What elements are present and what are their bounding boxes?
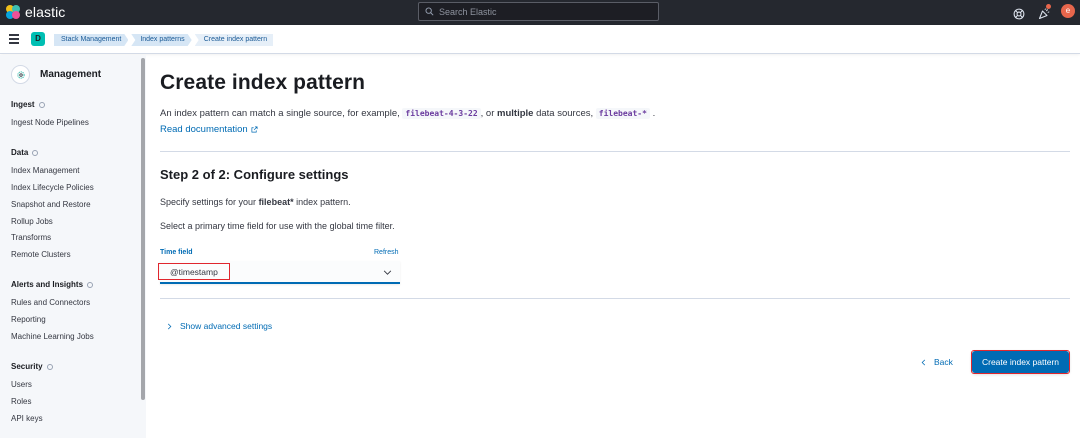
specify-text: index pattern. bbox=[296, 197, 351, 207]
chevron-down-icon bbox=[383, 270, 392, 275]
breadcrumb: Stack Management Index patterns Create i… bbox=[54, 34, 276, 46]
read-documentation-label: Read documentation bbox=[160, 124, 248, 135]
help-icon[interactable] bbox=[1013, 6, 1025, 22]
breadcrumb-bar: D Stack Management Index patterns Create… bbox=[0, 25, 1080, 54]
sidebar-item-roles[interactable]: Roles bbox=[11, 397, 31, 406]
sidebar-group-label: Ingest bbox=[11, 100, 35, 109]
desc-text: An index pattern can match a single sour… bbox=[160, 108, 400, 119]
management-gear-icon bbox=[11, 65, 30, 84]
specify-text: Specify settings for your bbox=[160, 197, 257, 207]
sidebar-group-alerts-and-insights: Alerts and Insights bbox=[11, 280, 94, 289]
show-advanced-settings-toggle[interactable]: Show advanced settings bbox=[166, 321, 272, 331]
sidebar-group-security: Security bbox=[11, 362, 53, 371]
sidebar-item-reporting[interactable]: Reporting bbox=[11, 315, 46, 324]
search-input[interactable] bbox=[439, 6, 639, 17]
sidebar-group-data: Data bbox=[11, 148, 39, 157]
management-sidebar: Management Ingest Ingest Node Pipelines … bbox=[0, 55, 146, 438]
sidebar-item-rules-and-connectors[interactable]: Rules and Connectors bbox=[11, 298, 90, 307]
breadcrumb-index-patterns[interactable]: Index patterns bbox=[131, 34, 191, 46]
info-icon bbox=[38, 101, 45, 108]
info-icon bbox=[87, 281, 94, 288]
brand-name: elastic bbox=[25, 4, 66, 20]
sidebar-item-machine-learning-jobs[interactable]: Machine Learning Jobs bbox=[11, 332, 94, 341]
info-icon bbox=[46, 363, 53, 370]
sidebar-item-ingest-node-pipelines[interactable]: Ingest Node Pipelines bbox=[11, 118, 89, 127]
space-avatar[interactable]: D bbox=[31, 32, 45, 46]
sidebar-group-label: Data bbox=[11, 148, 29, 157]
notification-dot bbox=[1046, 4, 1051, 9]
external-link-icon bbox=[251, 126, 258, 133]
sidebar-scrollbar[interactable] bbox=[141, 58, 145, 400]
step-title: Step 2 of 2: Configure settings bbox=[160, 167, 349, 182]
user-avatar[interactable]: e bbox=[1061, 4, 1075, 18]
elastic-home-link[interactable]: elastic bbox=[6, 4, 65, 20]
main-content: Create index pattern An index pattern ca… bbox=[146, 55, 1080, 438]
top-header: elastic e bbox=[0, 0, 1080, 25]
time-field-help-text: Select a primary time field for use with… bbox=[160, 221, 395, 231]
desc-text: , or bbox=[480, 108, 495, 119]
sidebar-item-transforms[interactable]: Transforms bbox=[11, 233, 51, 242]
sidebar-item-snapshot-and-restore[interactable]: Snapshot and Restore bbox=[11, 200, 91, 209]
info-icon bbox=[32, 149, 39, 156]
sidebar-item-users[interactable]: Users bbox=[11, 380, 32, 389]
chevron-right-icon bbox=[167, 323, 172, 329]
breadcrumb-stack-management[interactable]: Stack Management bbox=[54, 34, 128, 46]
divider bbox=[160, 151, 1070, 152]
desc-bold: multiple bbox=[497, 108, 534, 119]
sidebar-group-label: Security bbox=[11, 362, 43, 371]
time-field-select[interactable]: @timestamp bbox=[158, 261, 400, 284]
sidebar-item-index-management[interactable]: Index Management bbox=[11, 166, 80, 175]
divider bbox=[160, 298, 1070, 299]
show-advanced-settings-label: Show advanced settings bbox=[180, 321, 273, 331]
desc-text: data sources, bbox=[536, 108, 594, 119]
desc-text: . bbox=[652, 108, 656, 119]
global-search[interactable] bbox=[418, 2, 659, 21]
page-description: An index pattern can match a single sour… bbox=[160, 108, 655, 119]
hamburger-menu-icon[interactable] bbox=[9, 34, 19, 44]
read-documentation-link[interactable]: Read documentation bbox=[160, 124, 258, 135]
search-icon bbox=[425, 7, 434, 16]
sidebar-header: Management bbox=[11, 65, 101, 84]
create-index-pattern-button[interactable]: Create index pattern bbox=[972, 351, 1069, 373]
sidebar-item-remote-clusters[interactable]: Remote Clusters bbox=[11, 250, 71, 259]
example-code-multiple: filebeat-* bbox=[595, 108, 650, 119]
sidebar-item-rollup-jobs[interactable]: Rollup Jobs bbox=[11, 217, 53, 226]
back-label: Back bbox=[934, 357, 953, 367]
example-code-single: filebeat-4-3-22 bbox=[402, 108, 481, 119]
specify-settings-text: Specify settings for your filebeat* inde… bbox=[160, 197, 351, 207]
annotation-highlight-box bbox=[158, 263, 230, 280]
back-button[interactable]: Back bbox=[920, 357, 953, 367]
sidebar-group-label: Alerts and Insights bbox=[11, 280, 84, 289]
sidebar-group-ingest: Ingest bbox=[11, 100, 45, 109]
sidebar-title: Management bbox=[40, 69, 102, 80]
sidebar-item-index-lifecycle-policies[interactable]: Index Lifecycle Policies bbox=[11, 183, 94, 192]
sidebar-item-api-keys[interactable]: API keys bbox=[11, 414, 43, 423]
elastic-logo-icon bbox=[6, 5, 20, 19]
breadcrumb-create-index-pattern: Create index pattern bbox=[194, 34, 274, 46]
time-field-label: Time field bbox=[160, 249, 193, 256]
page-title: Create index pattern bbox=[160, 71, 366, 94]
index-pattern-name: filebeat* bbox=[258, 197, 294, 207]
chevron-left-icon bbox=[921, 359, 926, 365]
refresh-link[interactable]: Refresh bbox=[374, 249, 399, 256]
